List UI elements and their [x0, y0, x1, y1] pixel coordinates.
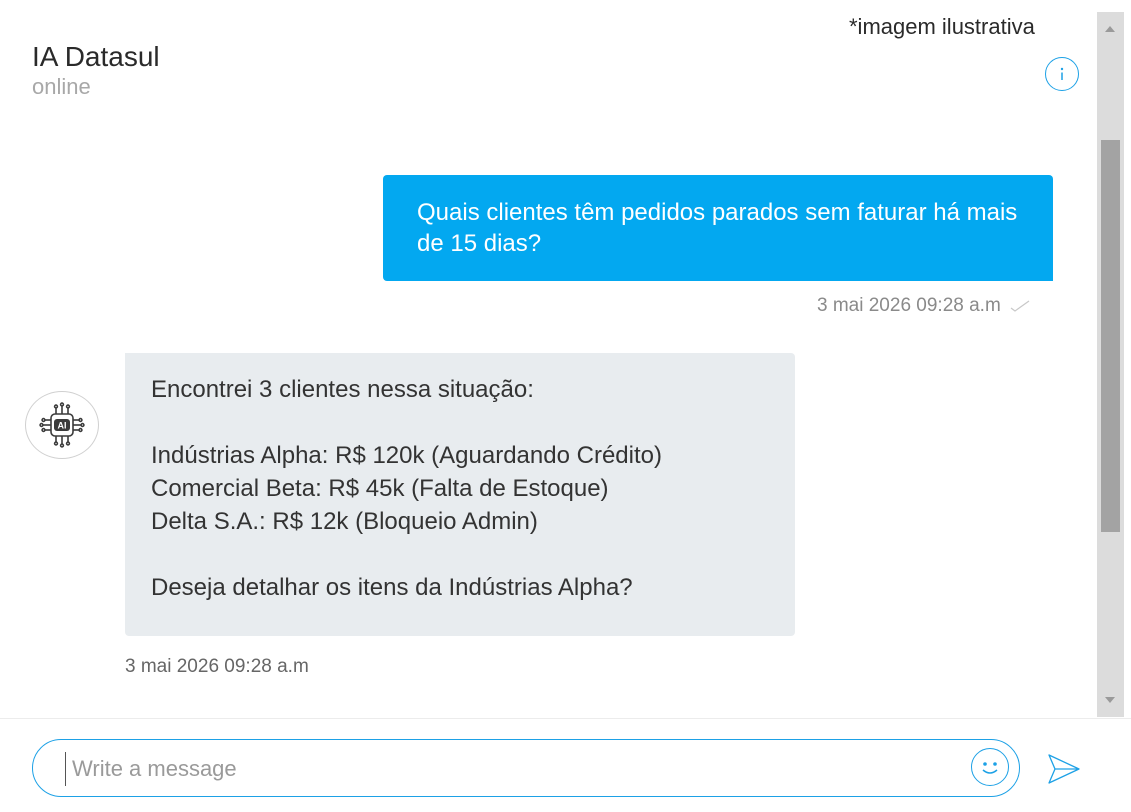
bot-message-line: Comercial Beta: R$ 45k (Falta de Estoque…	[151, 475, 609, 502]
ai-chip-icon: AI	[39, 402, 85, 448]
send-button[interactable]	[1046, 752, 1082, 786]
chat-title: IA Datasul	[32, 41, 160, 72]
bot-message-line: Encontrei 3 clientes nessa situação:	[151, 376, 534, 403]
emoji-button[interactable]	[971, 748, 1009, 786]
send-icon	[1048, 754, 1080, 784]
info-button[interactable]	[1045, 57, 1079, 91]
user-message-time-text: 3 mai 2026 09:28 a.m	[817, 295, 1001, 316]
scrollbar-thumb[interactable]	[1101, 140, 1120, 532]
emoji-icon	[982, 762, 998, 774]
user-message-timestamp: 3 mai 2026 09:28 a.m	[817, 295, 1031, 317]
bot-message-line	[151, 406, 769, 439]
user-message-bubble: Quais clientes têm pedidos parados sem f…	[383, 175, 1053, 281]
chat-header: IA Datasul online	[32, 40, 160, 100]
scrollbar[interactable]	[1097, 12, 1124, 717]
bot-message-line	[151, 538, 769, 571]
presence-status: online	[32, 74, 91, 99]
bot-message-line: Delta S.A.: R$ 12k (Bloqueio Admin)	[151, 508, 538, 535]
watermark-label: *imagem ilustrativa	[849, 14, 1035, 39]
bot-message-line: Deseja detalhar os itens da Indústrias A…	[151, 574, 633, 601]
info-icon	[1060, 67, 1064, 80]
composer-divider	[0, 718, 1131, 719]
scroll-down-arrow-icon[interactable]	[1105, 697, 1115, 703]
message-input[interactable]	[65, 752, 935, 786]
bot-message-timestamp: 3 mai 2026 09:28 a.m	[125, 656, 309, 677]
check-icon	[1010, 300, 1030, 312]
avatar-label: AI	[58, 421, 67, 431]
bot-avatar: AI	[25, 391, 99, 459]
message-composer	[32, 739, 1020, 797]
bot-message-bubble: Encontrei 3 clientes nessa situação: Ind…	[125, 353, 795, 636]
bot-message-line: Indústrias Alpha: R$ 120k (Aguardando Cr…	[151, 442, 662, 469]
scroll-up-arrow-icon[interactable]	[1105, 26, 1115, 32]
